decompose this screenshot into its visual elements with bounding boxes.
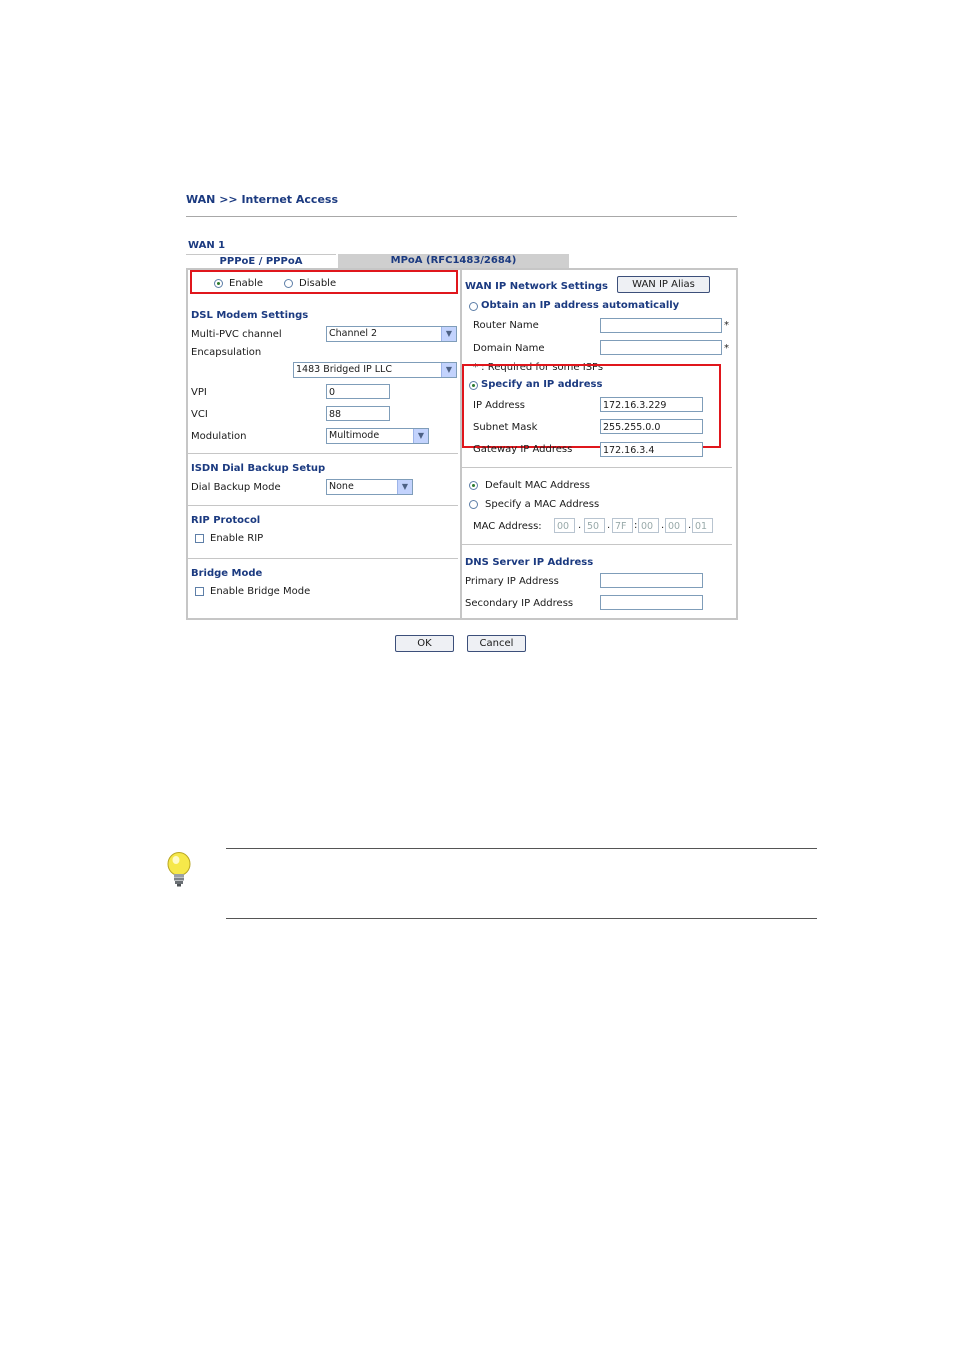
note-divider-top — [226, 848, 817, 849]
mac-separator: . — [688, 520, 692, 531]
required-star: * — [724, 320, 729, 331]
chevron-down-icon: ▼ — [413, 429, 428, 443]
mac-separator: . — [661, 520, 665, 531]
tab-pppoe[interactable]: PPPoE / PPPoA — [186, 254, 336, 269]
gateway-label: Gateway IP Address — [473, 444, 573, 455]
vci-label: VCI — [191, 409, 208, 420]
specify-ip-label: Specify an IP address — [481, 379, 603, 390]
divider — [462, 544, 732, 545]
multipvc-label: Multi-PVC channel — [191, 329, 282, 340]
mac-separator: . — [578, 520, 582, 531]
obtain-ip-radio[interactable] — [469, 302, 478, 311]
modulation-value: Multimode — [329, 430, 380, 441]
wan-ip-alias-button[interactable]: WAN IP Alias — [617, 276, 710, 293]
disable-radio[interactable] — [284, 279, 293, 288]
dns-section-title: DNS Server IP Address — [465, 557, 594, 568]
mac-address-label: MAC Address: — [473, 521, 542, 532]
default-mac-label: Default MAC Address — [485, 480, 590, 491]
encapsulation-value: 1483 Bridged IP LLC — [296, 364, 392, 375]
mac-octet-input[interactable]: 00 — [554, 518, 575, 533]
multipvc-select[interactable]: Channel 2 ▼ — [326, 326, 457, 342]
chevron-down-icon: ▼ — [441, 327, 456, 341]
vci-input[interactable]: 88 — [326, 406, 390, 421]
wan-label: WAN 1 — [188, 240, 226, 251]
domain-name-label: Domain Name — [473, 343, 545, 354]
rip-section-title: RIP Protocol — [191, 515, 261, 526]
breadcrumb: WAN >> Internet Access — [186, 193, 339, 206]
wanip-section-title: WAN IP Network Settings — [465, 281, 609, 292]
mac-octet-input[interactable]: 7F — [612, 518, 633, 533]
dial-backup-select[interactable]: None ▼ — [326, 479, 413, 495]
enable-rip-label: Enable RIP — [210, 533, 264, 544]
specify-mac-label: Specify a MAC Address — [485, 499, 600, 510]
default-mac-radio[interactable] — [469, 481, 478, 490]
header-divider — [186, 216, 737, 217]
domain-name-input[interactable] — [600, 340, 722, 355]
router-name-input[interactable] — [600, 318, 722, 333]
vpi-input[interactable]: 0 — [326, 384, 390, 399]
ip-address-label: IP Address — [473, 400, 525, 411]
enable-bridge-label: Enable Bridge Mode — [210, 586, 311, 597]
chevron-down-icon: ▼ — [397, 480, 412, 494]
secondary-dns-label: Secondary IP Address — [465, 598, 574, 609]
cancel-button[interactable]: Cancel — [467, 635, 526, 652]
specify-mac-radio[interactable] — [469, 500, 478, 509]
obtain-ip-label: Obtain an IP address automatically — [481, 300, 680, 311]
ok-button[interactable]: OK — [395, 635, 454, 652]
modulation-select[interactable]: Multimode ▼ — [326, 428, 429, 444]
dsl-section-title: DSL Modem Settings — [191, 310, 309, 321]
subnet-mask-input[interactable]: 255.255.0.0 — [600, 419, 703, 434]
mac-separator: : — [634, 520, 638, 531]
enable-bridge-checkbox[interactable] — [195, 587, 204, 596]
note-divider-bottom — [226, 918, 817, 919]
dial-backup-value: None — [329, 481, 354, 492]
encapsulation-select[interactable]: 1483 Bridged IP LLC ▼ — [293, 362, 457, 378]
divider — [188, 558, 458, 559]
multipvc-value: Channel 2 — [329, 328, 378, 339]
vpi-label: VPI — [191, 387, 207, 398]
enable-rip-checkbox[interactable] — [195, 534, 204, 543]
divider — [188, 505, 458, 506]
isdn-section-title: ISDN Dial Backup Setup — [191, 463, 326, 474]
mac-octet-input[interactable]: 50 — [584, 518, 605, 533]
mac-octet-input[interactable]: 00 — [638, 518, 659, 533]
secondary-dns-input[interactable] — [600, 595, 703, 610]
encapsulation-label: Encapsulation — [191, 347, 262, 358]
chevron-down-icon: ▼ — [441, 363, 456, 377]
gateway-input[interactable]: 172.16.3.4 — [600, 442, 703, 457]
mac-separator: . — [607, 520, 611, 531]
enable-radio[interactable] — [214, 279, 223, 288]
disable-label: Disable — [299, 278, 337, 289]
lightbulb-icon — [166, 851, 192, 889]
mac-octet-input[interactable]: 00 — [665, 518, 686, 533]
specify-ip-radio[interactable] — [469, 381, 478, 390]
enable-label: Enable — [229, 278, 264, 289]
required-star: * — [724, 343, 729, 354]
ip-address-input[interactable]: 172.16.3.229 — [600, 397, 703, 412]
dial-backup-label: Dial Backup Mode — [191, 482, 281, 493]
primary-dns-input[interactable] — [600, 573, 703, 588]
mac-octet-input[interactable]: 01 — [692, 518, 713, 533]
divider — [188, 453, 458, 454]
primary-dns-label: Primary IP Address — [465, 576, 559, 587]
bridge-section-title: Bridge Mode — [191, 568, 263, 579]
subnet-mask-label: Subnet Mask — [473, 422, 538, 433]
tab-mpoa[interactable]: MPoA (RFC1483/2684) — [338, 254, 569, 268]
router-name-label: Router Name — [473, 320, 539, 331]
divider — [462, 467, 732, 468]
modulation-label: Modulation — [191, 431, 247, 442]
